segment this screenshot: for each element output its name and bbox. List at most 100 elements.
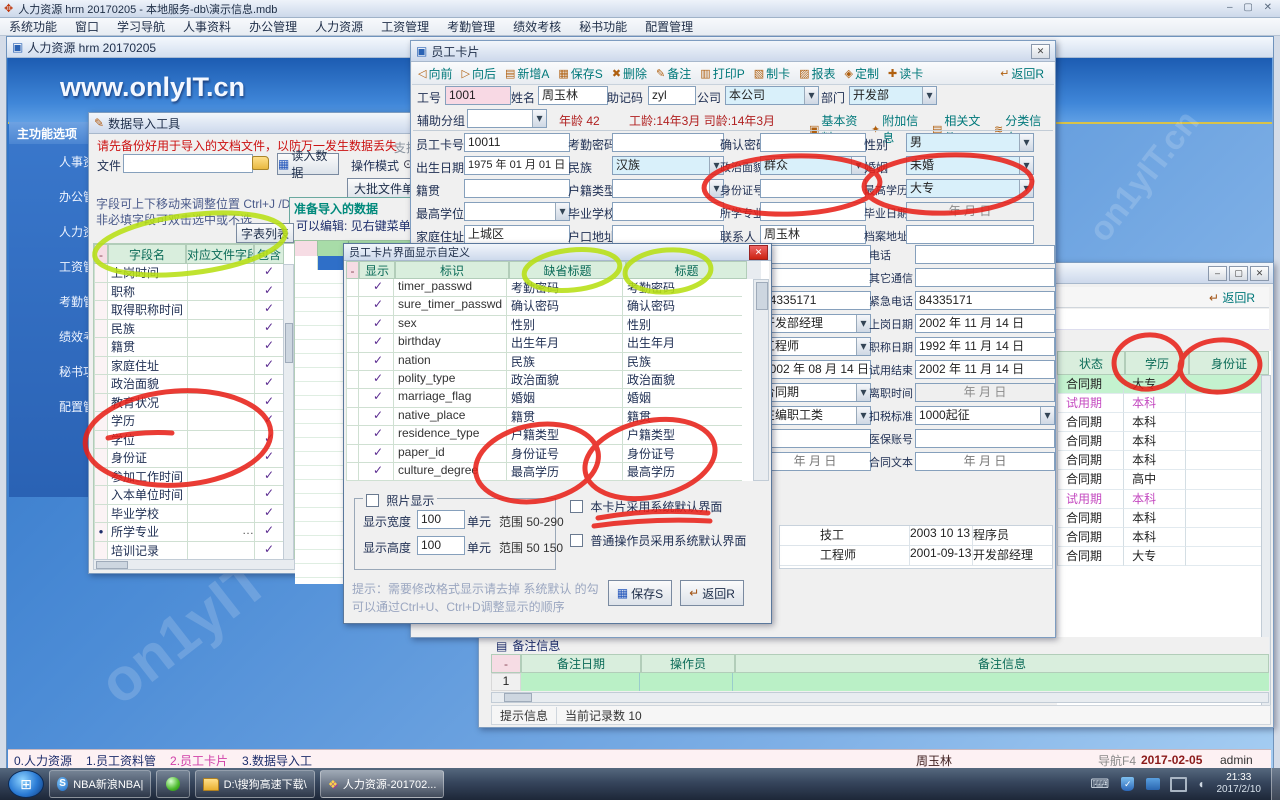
field-input[interactable]: 年 月 日 [915, 383, 1055, 402]
include-check[interactable]: ✓ [254, 486, 283, 505]
customize-row[interactable]: ✓ culture_degree 最高学历 最高学历 [346, 463, 769, 481]
field-input[interactable]: 在编职工类 [759, 406, 871, 425]
volume-tray-icon[interactable]: ◖ [1197, 777, 1204, 791]
employee-row[interactable]: 试用期 本科 [1057, 394, 1271, 413]
horizontal-scrollbar[interactable] [491, 692, 1269, 703]
field-input[interactable] [760, 179, 866, 198]
field-select[interactable]: 男 [906, 133, 1034, 152]
field-map[interactable] [187, 264, 254, 283]
employee-row[interactable]: 合同期 本科 [1057, 432, 1271, 451]
field-input[interactable] [612, 133, 724, 152]
maximize-icon[interactable]: ▢ [1229, 266, 1248, 281]
field-map[interactable]: … [187, 523, 254, 542]
name-input[interactable]: 周玉林 [538, 86, 608, 105]
field-input[interactable] [915, 429, 1055, 448]
window-tab[interactable]: 3.数据导入工 [242, 752, 312, 769]
customize-row[interactable]: ✓ timer_passwd 考勤密码 考勤密码 [346, 279, 769, 297]
field-input[interactable]: 10011 [464, 133, 570, 152]
custom-title[interactable]: 户籍类型 [622, 426, 742, 444]
tray-clock[interactable]: 21:33 2017/2/10 [1217, 772, 1262, 796]
include-check[interactable]: ✓ [254, 412, 283, 431]
field-input[interactable]: 2002 年 11 月 14 日 [915, 360, 1055, 379]
notes-header-date[interactable]: 备注日期 [521, 654, 641, 673]
field-row[interactable]: 参加工作时间 ✓ [94, 468, 294, 487]
field-map[interactable] [187, 357, 254, 376]
network-tray-icon[interactable] [1146, 778, 1160, 790]
custom-title[interactable]: 籍贯 [622, 408, 742, 426]
window-tab[interactable]: 0.人力资源 [14, 752, 72, 769]
minimize-icon[interactable]: – [1208, 266, 1227, 281]
notes-header-operator[interactable]: 操作员 [641, 654, 735, 673]
field-input[interactable] [464, 179, 570, 198]
include-check[interactable]: ✓ [254, 523, 283, 542]
show-check[interactable]: ✓ [358, 279, 393, 297]
field-input[interactable]: 年 月 日 [915, 452, 1055, 471]
custom-title[interactable]: 最高学历 [622, 463, 742, 481]
field-input[interactable]: 1975 年 01 月 01 日 [464, 156, 570, 175]
field-map[interactable] [187, 468, 254, 487]
show-check[interactable]: ✓ [358, 334, 393, 352]
customize-row[interactable]: ✓ sex 性别 性别 [346, 316, 769, 334]
taskbar-item-hrm[interactable]: ❖ 人力资源-201702... [320, 770, 444, 798]
include-check[interactable]: ✓ [254, 301, 283, 320]
cz-header-show[interactable]: 显示 [359, 261, 395, 279]
taskbar-item-app[interactable] [156, 770, 190, 798]
field-input[interactable]: 84335171 [915, 291, 1055, 310]
field-select[interactable]: 未婚 [906, 156, 1034, 175]
menu-item[interactable]: 窗口 [66, 18, 108, 35]
field-input[interactable] [915, 245, 1055, 264]
include-check[interactable]: ✓ [254, 505, 283, 524]
toolbar-button[interactable]: ▤ 新增A [505, 65, 549, 82]
show-desktop-button[interactable] [1271, 768, 1280, 800]
show-check[interactable]: ✓ [358, 408, 393, 426]
custom-title[interactable]: 婚姻 [622, 389, 742, 407]
employee-row[interactable]: 合同期 大专 [1057, 375, 1271, 394]
include-check[interactable]: ✓ [254, 283, 283, 302]
customize-row[interactable]: ✓ sure_timer_passwd 确认密码 确认密码 [346, 297, 769, 315]
file-input[interactable] [123, 154, 253, 173]
cz-header-default-title[interactable]: 缺省标题 [509, 261, 626, 279]
field-map[interactable] [187, 431, 254, 450]
import-hscrollbar[interactable] [93, 559, 295, 570]
include-check[interactable]: ✓ [254, 449, 283, 468]
security-tray-icon[interactable]: ✓ [1121, 777, 1134, 791]
menu-item[interactable]: 人事资料 [174, 18, 240, 35]
default-ui-checkbox[interactable] [570, 500, 583, 513]
back-button[interactable]: ↵ 返回R [680, 580, 744, 606]
photo-checkbox[interactable] [366, 494, 379, 507]
field-input[interactable]: 54335171 [759, 291, 871, 310]
field-row[interactable]: 职称 ✓ [94, 283, 294, 302]
custom-title[interactable]: 确认密码 [622, 297, 742, 315]
field-select[interactable]: 汉族 [612, 156, 724, 175]
field-input[interactable]: 周玉林 [760, 225, 866, 244]
field-row[interactable]: 毕业学校 ✓ [94, 505, 294, 524]
include-check[interactable]: ✓ [254, 394, 283, 413]
field-row[interactable]: 籍贯 ✓ [94, 338, 294, 357]
notes-cell[interactable] [733, 673, 1269, 691]
notes-cell[interactable] [640, 673, 733, 691]
field-row[interactable]: 家庭住址 ✓ [94, 357, 294, 376]
field-row[interactable]: ● 所学专业 … ✓ [94, 523, 294, 542]
history-row[interactable]: 技工 2003 10 13 程序员 [780, 526, 1052, 546]
field-select[interactable]: 大专 [906, 179, 1034, 198]
field-row[interactable]: 培训记录 ✓ [94, 542, 294, 561]
height-input[interactable]: 100 [417, 536, 465, 555]
close-icon[interactable]: ✕ [749, 245, 768, 260]
os-window-controls[interactable]: – ▢ ✕ [1227, 2, 1276, 13]
menu-item[interactable]: 考勤管理 [438, 18, 504, 35]
show-check[interactable]: ✓ [358, 445, 393, 463]
show-check[interactable]: ✓ [358, 371, 393, 389]
customize-row[interactable]: ✓ native_place 籍贯 籍贯 [346, 408, 769, 426]
customize-row[interactable]: ✓ residence_type 户籍类型 户籍类型 [346, 426, 769, 444]
keyboard-tray-icon[interactable]: ⌨ [1090, 776, 1109, 792]
include-check[interactable]: ✓ [254, 375, 283, 394]
custom-title[interactable]: 出生年月 [622, 334, 742, 352]
include-check[interactable]: ✓ [254, 468, 283, 487]
toolbar-button[interactable]: ◈ 定制 [845, 65, 879, 82]
field-input[interactable]: 工程师 [759, 337, 871, 356]
field-row[interactable]: 政治面貌 ✓ [94, 375, 294, 394]
include-check[interactable]: ✓ [254, 431, 283, 450]
cz-header-title[interactable]: 标题 [626, 261, 747, 279]
customize-scrollbar[interactable] [753, 279, 769, 481]
field-input[interactable]: 2002 年 11 月 14 日 [915, 314, 1055, 333]
